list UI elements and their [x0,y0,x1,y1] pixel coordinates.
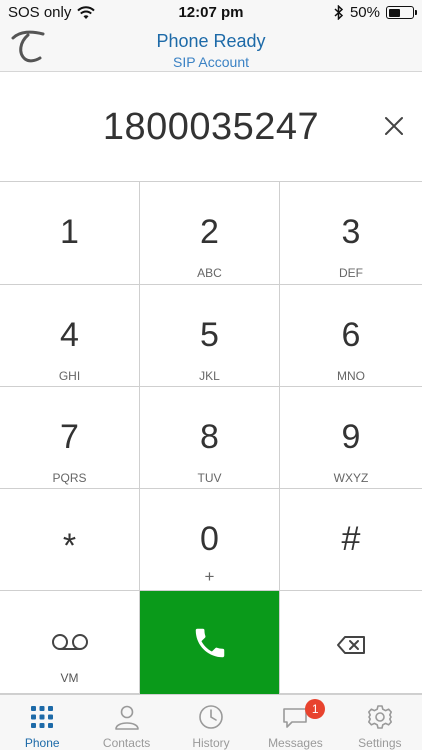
tab-messages[interactable]: 1 Messages [253,695,337,750]
key-star[interactable]: * [0,489,140,591]
tab-label: Contacts [102,736,151,750]
key-digit: * [62,527,77,565]
key-digit: 7 [60,418,79,456]
key-digit: 9 [341,418,361,456]
key-3[interactable]: 3 DEF [280,182,422,285]
key-digit: 0 [200,520,219,558]
dialed-number: 1800035247 [102,106,320,148]
battery-icon [386,6,417,19]
key-digit: 3 [341,213,361,251]
key-digit: 4 [60,316,79,354]
bluetooth-icon [334,5,344,20]
clear-number-icon[interactable] [382,114,406,138]
battery-percent: 50% [349,4,380,21]
key-4[interactable]: 4 GHI [0,285,140,387]
key-digit: 8 [200,418,219,456]
key-8[interactable]: 8 TUV [140,387,280,489]
key-digit: 6 [341,316,361,354]
key-digit: 1 [60,213,79,251]
key-letters: ABC [197,266,222,280]
key-letters: WXYZ [333,471,369,485]
key-digit: 2 [200,213,219,251]
key-letters: PQRS [52,471,87,485]
tab-label: Settings [358,736,402,750]
tab-label: History [192,736,230,750]
dial-keypad: 1 2 ABC 3 DEF 4 GHI 5 JKL 6 MNO 7 PQRS 8 TUV 9 W… [0,182,422,694]
key-letters: MNO [337,369,365,383]
call-button[interactable] [140,591,280,694]
dial-display: 1800035247 [0,72,422,182]
backspace-icon [337,636,365,654]
person-icon [114,705,139,730]
key-9[interactable]: 9 WXYZ [280,387,422,489]
key-letters: TUV [197,471,222,485]
backspace-button[interactable] [280,591,422,694]
key-letters: DEF [339,266,363,280]
status-right: 50% [334,4,417,21]
clock-icon [199,705,223,729]
key-letters: JKL [199,369,220,383]
tab-contacts[interactable]: Contacts [84,695,168,750]
keypad-grid-icon [31,706,54,728]
key-1[interactable]: 1 [0,182,140,285]
phone-handset-icon [195,628,224,658]
key-hash[interactable]: # [280,489,422,591]
unread-badge: 1 [305,699,326,719]
tab-phone[interactable]: Phone [0,695,84,750]
voicemail-label: VM [60,671,79,685]
key-letters: + [204,567,215,586]
tab-label: Phone [24,736,60,750]
key-2[interactable]: 2 ABC [140,182,280,285]
voicemail-icon [51,634,88,650]
key-5[interactable]: 5 JKL [140,285,280,387]
key-digit: # [341,520,361,558]
tab-history[interactable]: History [169,695,253,750]
battery-level [388,8,400,17]
page-title: Phone Ready [156,31,266,51]
tab-settings[interactable]: Settings [338,695,422,750]
voicemail-button[interactable]: VM [0,591,140,694]
account-subtitle[interactable]: SIP Account [0,54,422,70]
key-letters: GHI [58,369,81,383]
bottom-tab-bar: Phone Contacts History 1 Messages Settin… [0,694,422,750]
header-bar: Phone Ready SIP Account [0,24,422,72]
tab-label: Messages [268,736,323,750]
status-bar: SOS only 12:07 pm 50% [0,0,422,24]
key-digit: 5 [200,316,219,354]
key-6[interactable]: 6 MNO [280,285,422,387]
gear-icon [367,705,392,729]
key-0[interactable]: 0 + [140,489,280,591]
key-7[interactable]: 7 PQRS [0,387,140,489]
